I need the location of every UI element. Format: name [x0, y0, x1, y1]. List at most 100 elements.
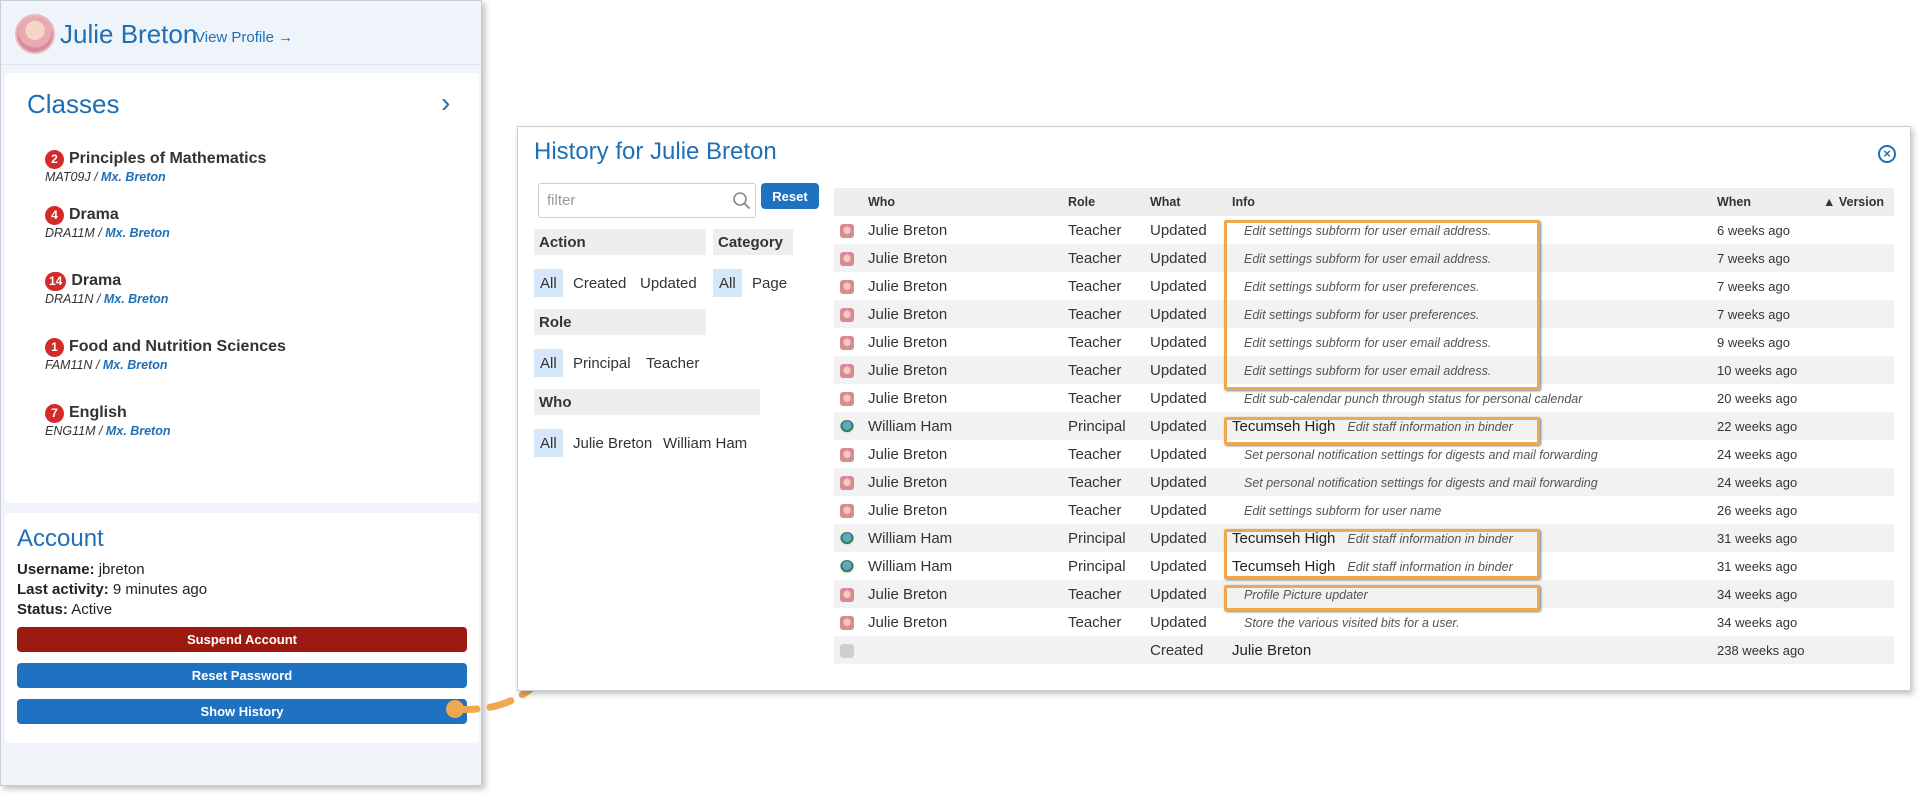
- cell-role: Teacher: [1062, 356, 1144, 384]
- class-item[interactable]: 2 Principles of Mathematics MAT09J / Mx. …: [45, 149, 445, 184]
- classes-title: Classes: [27, 89, 120, 119]
- suspend-account-button[interactable]: Suspend Account: [17, 627, 467, 652]
- facet-role-teacher[interactable]: Teacher: [640, 349, 705, 377]
- column-header-when[interactable]: When: [1711, 188, 1817, 216]
- cell-who: Julie Breton: [868, 613, 948, 631]
- cell-info: Store the various visited bits for a use…: [1226, 608, 1711, 636]
- column-header-role[interactable]: Role: [1062, 188, 1144, 216]
- username-label: Username:: [17, 561, 95, 578]
- cell-when: 20 weeks ago: [1717, 390, 1798, 406]
- table-row[interactable]: Created Julie Breton 238 weeks ago: [834, 636, 1894, 664]
- class-teacher-link[interactable]: Mx. Breton: [104, 292, 169, 306]
- reset-password-button[interactable]: Reset Password: [17, 663, 467, 688]
- highlight-box: [1224, 220, 1540, 390]
- cell-what: Updated: [1144, 580, 1226, 608]
- cell-when: 24 weeks ago: [1717, 446, 1798, 462]
- facet-role-all[interactable]: All: [534, 349, 563, 377]
- info-detail: Store the various visited bits for a use…: [1244, 615, 1460, 630]
- view-profile-link[interactable]: View Profile →: [195, 29, 293, 46]
- cell-who: William Ham: [868, 557, 953, 575]
- facet-action-all[interactable]: All: [534, 269, 563, 297]
- facet-who-william-ham[interactable]: William Ham: [657, 429, 753, 457]
- class-teacher-link[interactable]: Mx. Breton: [106, 424, 171, 438]
- cell-when: 10 weeks ago: [1711, 356, 1817, 384]
- last-activity-value: 9 minutes ago: [112, 581, 208, 598]
- facet-category-page[interactable]: Page: [746, 269, 793, 297]
- table-row[interactable]: Julie Breton Teacher Updated Set personal n…: [834, 468, 1894, 496]
- cell-what: Updated: [1150, 501, 1207, 519]
- cell-version: [1817, 552, 1894, 580]
- user-avatar-icon: [840, 643, 854, 658]
- class-name: English: [69, 404, 127, 421]
- profile-header: Julie Breton View Profile →: [1, 1, 481, 65]
- facet-role-principal[interactable]: Principal: [567, 349, 637, 377]
- column-header-who[interactable]: Who: [862, 188, 1062, 216]
- cell-who: Julie Breton: [862, 300, 1062, 328]
- highlight-box: [1224, 585, 1540, 611]
- class-teacher-link[interactable]: Mx. Breton: [103, 358, 168, 372]
- user-avatar-icon: [840, 615, 854, 630]
- row-avatar-cell: [834, 272, 862, 300]
- cell-what: Updated: [1150, 613, 1207, 631]
- table-row[interactable]: Julie Breton Teacher Updated Store the vari…: [834, 608, 1894, 636]
- cell-what: Updated: [1150, 221, 1207, 239]
- facet-action-updated[interactable]: Updated: [634, 269, 703, 297]
- row-avatar-cell: [834, 524, 862, 552]
- history-title: History for Julie Breton: [534, 138, 777, 165]
- cell-info: Set personal notification settings for d…: [1226, 468, 1711, 496]
- cell-version: [1817, 384, 1894, 412]
- cell-version: [1817, 608, 1894, 636]
- user-avatar-icon: [840, 307, 854, 322]
- facet-category-all[interactable]: All: [713, 269, 742, 297]
- column-header-version[interactable]: ▲ Version: [1817, 188, 1894, 216]
- class-item[interactable]: 7 English ENG11M / Mx. Breton: [45, 403, 445, 438]
- count-badge: 2: [45, 149, 64, 169]
- cell-who: Julie Breton: [862, 580, 1062, 608]
- row-avatar-cell: [834, 496, 862, 524]
- close-icon[interactable]: ×: [1878, 145, 1896, 163]
- column-header-info[interactable]: Info: [1226, 188, 1711, 216]
- cell-version: [1817, 412, 1894, 440]
- cell-when: 7 weeks ago: [1711, 300, 1817, 328]
- row-avatar-cell: [834, 412, 862, 440]
- filter-input[interactable]: [538, 183, 756, 218]
- cell-what: Created: [1144, 636, 1226, 664]
- class-teacher-link[interactable]: Mx. Breton: [105, 226, 170, 240]
- cell-what: Updated: [1144, 524, 1226, 552]
- facet-who-julie-breton[interactable]: Julie Breton: [567, 429, 658, 457]
- user-avatar-icon: [840, 279, 854, 294]
- row-avatar-cell: [834, 468, 862, 496]
- chevron-right-icon[interactable]: ›: [441, 87, 450, 119]
- info-detail: Edit settings subform for user name: [1244, 503, 1442, 518]
- cell-who: Julie Breton: [868, 221, 948, 239]
- class-code: MAT09J: [45, 170, 91, 184]
- history-dialog: History for Julie Breton × Reset Action …: [517, 126, 1911, 691]
- table-row[interactable]: Julie Breton Teacher Updated Edit settings …: [834, 496, 1894, 524]
- cell-role: [1062, 636, 1144, 664]
- show-history-button[interactable]: Show History: [17, 699, 467, 724]
- class-item[interactable]: 4 Drama DRA11M / Mx. Breton: [45, 205, 445, 240]
- cell-role: Teacher: [1062, 580, 1144, 608]
- column-header-what[interactable]: What: [1144, 188, 1226, 216]
- cell-who: Julie Breton: [868, 501, 948, 519]
- class-teacher-link[interactable]: Mx. Breton: [101, 170, 166, 184]
- facet-who-all[interactable]: All: [534, 429, 563, 457]
- cell-role: Principal: [1062, 412, 1144, 440]
- cell-who: Julie Breton: [868, 445, 948, 463]
- facet-action-created[interactable]: Created: [567, 269, 632, 297]
- highlight-box: [1224, 529, 1540, 579]
- cell-role: Teacher: [1062, 244, 1144, 272]
- reset-filter-button[interactable]: Reset: [761, 183, 819, 209]
- status-value: Active: [71, 601, 113, 618]
- user-avatar-icon: [840, 531, 854, 546]
- cell-who: Julie Breton: [862, 244, 1062, 272]
- class-code: ENG11M: [45, 424, 96, 438]
- row-avatar-cell: [834, 636, 862, 664]
- class-item[interactable]: 1 Food and Nutrition Sciences FAM11N / Mx…: [45, 337, 445, 372]
- class-name: Drama: [69, 206, 119, 223]
- count-badge: 4: [45, 205, 64, 225]
- cell-who: [862, 636, 1062, 664]
- class-item[interactable]: 14 Drama DRA11N / Mx. Breton: [45, 271, 445, 306]
- class-name: Principles of Mathematics: [69, 150, 267, 167]
- user-avatar-icon: [840, 391, 854, 406]
